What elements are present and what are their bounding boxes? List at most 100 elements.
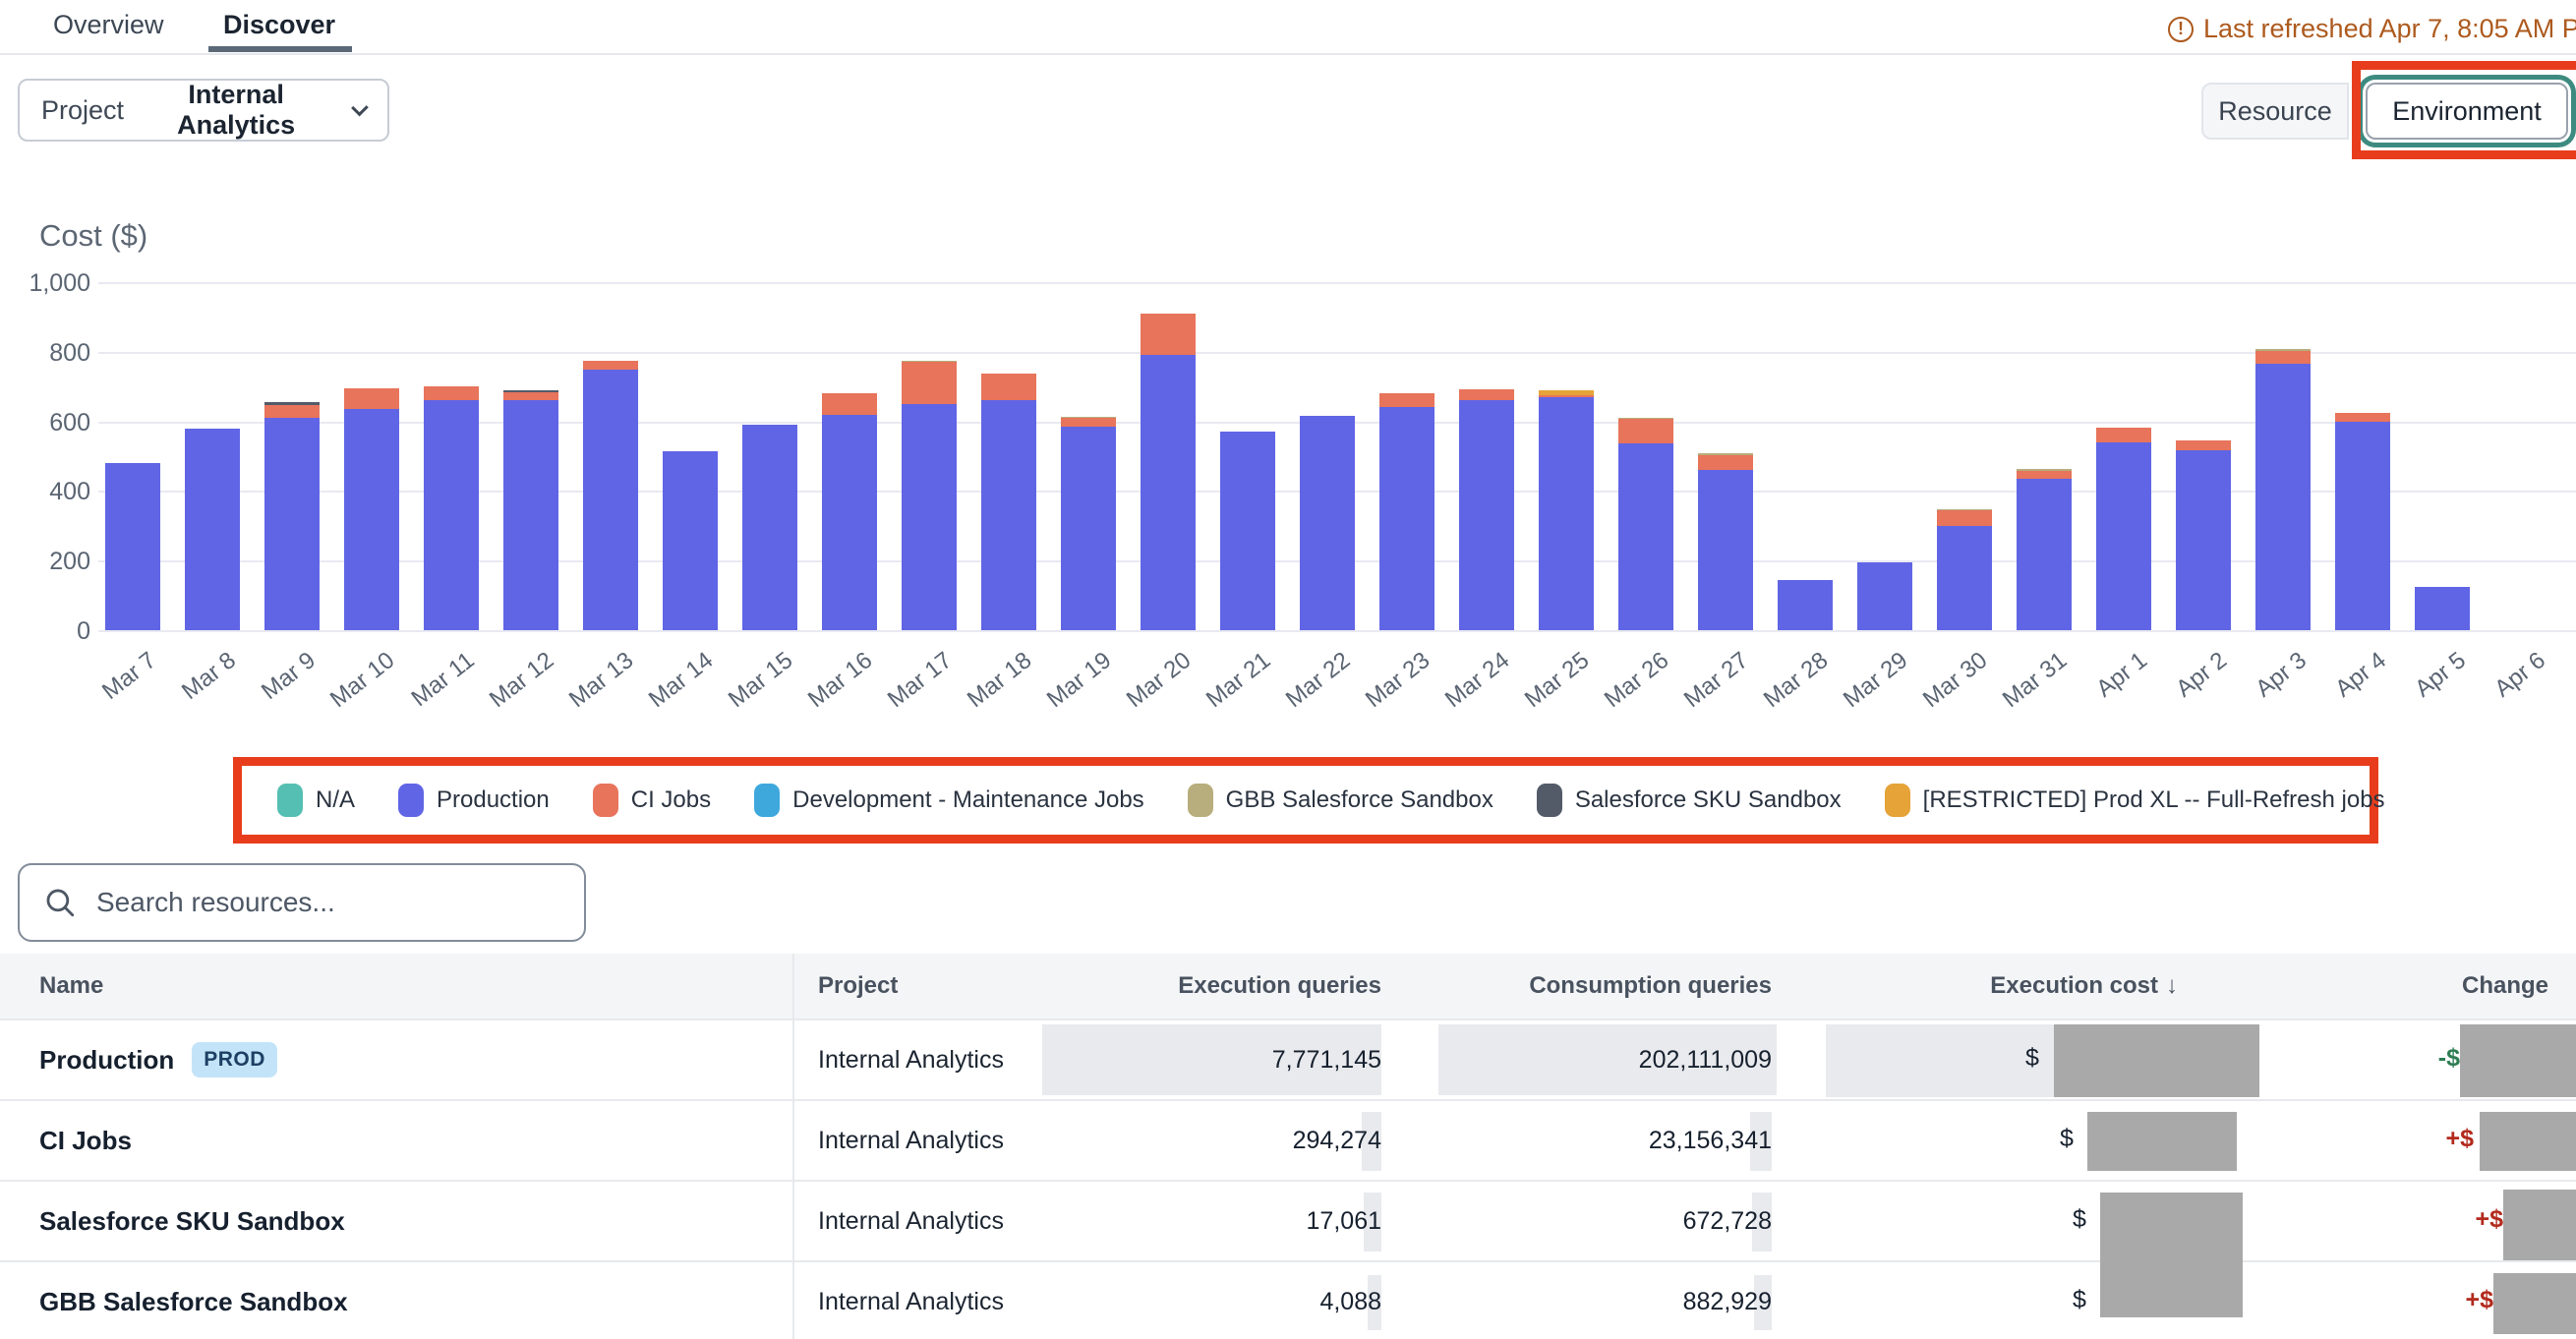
bar-mar-25[interactable]	[1539, 390, 1594, 630]
bar-segment-production	[981, 400, 1036, 630]
cost-currency-prefix: $	[2060, 1125, 2074, 1153]
redacted-cost-value	[2054, 1024, 2259, 1097]
environment-toggle-wrap: Environment	[2366, 83, 2568, 140]
table-row-production[interactable]: Production PROD Internal Analytics 7,771…	[0, 1020, 2576, 1101]
bar-mar-14[interactable]	[663, 451, 718, 630]
redacted-change-value	[2460, 1024, 2576, 1097]
legend-item-ci-jobs[interactable]: CI Jobs	[593, 784, 711, 817]
bar-segment-production	[185, 429, 240, 630]
bar-apr-5[interactable]	[2415, 587, 2470, 630]
column-header-execution-cost[interactable]: Execution cost ↓	[1780, 954, 2261, 1019]
bar-mar-30[interactable]	[1937, 509, 1992, 630]
bar-mar-24[interactable]	[1459, 389, 1514, 630]
x-tick-label: Apr 3	[2251, 647, 2312, 703]
project-filter-dropdown[interactable]: Project Internal Analytics	[18, 79, 389, 142]
bar-mar-10[interactable]	[344, 388, 399, 630]
bar-mar-26[interactable]	[1618, 418, 1673, 630]
bar-mar-20[interactable]	[1141, 314, 1196, 630]
legend-item--restricted-prod-xl-full-refresh-jobs[interactable]: [RESTRICTED] Prod XL -- Full-Refresh job…	[1885, 784, 2385, 817]
x-tick-label: Mar 31	[1998, 647, 2073, 714]
bar-mar-13[interactable]	[583, 361, 638, 630]
legend-item-development-maintenance-jobs[interactable]: Development - Maintenance Jobs	[754, 784, 1144, 817]
cost-currency-prefix: $	[2073, 1205, 2086, 1234]
resource-toggle-button[interactable]: Resource	[2201, 83, 2349, 140]
legend-item-n-a[interactable]: N/A	[277, 784, 355, 817]
bar-apr-2[interactable]	[2176, 440, 2231, 630]
prod-badge: PROD	[192, 1042, 277, 1077]
column-header-project[interactable]: Project	[792, 954, 1042, 1019]
bar-mar-28[interactable]	[1778, 580, 1833, 630]
bar-apr-4[interactable]	[2335, 413, 2390, 630]
bar-segment-production	[2017, 479, 2072, 630]
resource-name[interactable]: Production	[39, 1045, 174, 1076]
bar-apr-1[interactable]	[2096, 428, 2151, 630]
bar-mar-12[interactable]	[503, 390, 558, 630]
bar-segment-ci-jobs	[2176, 440, 2231, 450]
bar-mar-21[interactable]	[1220, 432, 1275, 630]
chevron-down-icon	[351, 98, 369, 116]
x-tick-label: Mar 7	[97, 647, 162, 706]
tab-discover[interactable]: Discover	[223, 10, 335, 40]
bar-mar-7[interactable]	[105, 463, 160, 630]
legend-item-salesforce-sku-sandbox[interactable]: Salesforce SKU Sandbox	[1537, 784, 1842, 817]
execution-queries-value: 294,274	[1293, 1127, 1381, 1155]
bar-mar-8[interactable]	[185, 429, 240, 630]
bar-mar-31[interactable]	[2017, 469, 2072, 630]
bar-mar-11[interactable]	[424, 386, 479, 630]
change-prefix: +$	[2465, 1286, 2493, 1314]
x-tick-label: Mar 22	[1281, 647, 1356, 714]
chart-plot-area	[98, 283, 2576, 631]
change-prefix: -$	[2438, 1044, 2460, 1073]
bar-segment-ci-jobs	[1937, 510, 1992, 526]
column-header-execution-queries[interactable]: Execution queries	[1042, 954, 1391, 1019]
x-tick-label: Mar 19	[1042, 647, 1117, 714]
tab-overview[interactable]: Overview	[53, 10, 164, 40]
legend-label: Salesforce SKU Sandbox	[1575, 786, 1842, 814]
bar-mar-23[interactable]	[1379, 393, 1434, 630]
bar-segment-production	[1220, 432, 1275, 630]
project-cell: Internal Analytics	[818, 1288, 1004, 1316]
table-row-ci-jobs[interactable]: CI Jobs Internal Analytics 294,274 23,15…	[0, 1101, 2576, 1182]
column-header-consumption-queries[interactable]: Consumption queries	[1391, 954, 1780, 1019]
bar-mar-22[interactable]	[1300, 416, 1355, 630]
cost-currency-prefix: $	[2025, 1044, 2039, 1073]
resource-name[interactable]: CI Jobs	[39, 1126, 132, 1156]
column-header-change[interactable]: Change	[2261, 954, 2576, 1019]
bar-mar-29[interactable]	[1857, 562, 1912, 630]
resource-name[interactable]: GBB Salesforce Sandbox	[39, 1287, 348, 1317]
bar-mar-18[interactable]	[981, 374, 1036, 630]
resources-table: Name Project Execution queries Consumpti…	[0, 954, 2576, 1339]
environment-toggle-button[interactable]: Environment	[2366, 83, 2568, 140]
legend-item-gbb-salesforce-sandbox[interactable]: GBB Salesforce Sandbox	[1188, 784, 1493, 817]
x-tick-label: Mar 14	[644, 647, 719, 714]
bar-mar-9[interactable]	[264, 402, 320, 630]
column-header-name[interactable]: Name	[0, 954, 792, 1019]
redacted-change-value	[2503, 1190, 2576, 1260]
legend-item-production[interactable]: Production	[398, 784, 550, 817]
x-tick-label: Mar 23	[1361, 647, 1435, 714]
bar-mar-15[interactable]	[742, 425, 797, 630]
bar-apr-3[interactable]	[2255, 349, 2311, 630]
resource-name[interactable]: Salesforce SKU Sandbox	[39, 1206, 345, 1237]
bar-mar-19[interactable]	[1061, 417, 1116, 630]
y-tick-label: 1,000	[0, 268, 90, 298]
annotation-box-legend: N/A Production CI Jobs Development - Mainte…	[233, 757, 2378, 844]
bar-segment-ci-jobs	[1618, 419, 1673, 442]
change-prefix: +$	[2475, 1205, 2503, 1234]
project-cell: Internal Analytics	[818, 1207, 1004, 1236]
change-prefix: +$	[2445, 1125, 2474, 1153]
table-row-salesforce-sku-sandbox[interactable]: Salesforce SKU Sandbox Internal Analytic…	[0, 1182, 2576, 1262]
consumption-queries-value: 23,156,341	[1649, 1127, 1772, 1155]
sort-desc-icon[interactable]: ↓	[2166, 972, 2178, 1000]
bar-segment-production	[1698, 470, 1753, 631]
search-input[interactable]: Search resources...	[18, 863, 586, 942]
x-tick-label: Mar 12	[485, 647, 559, 714]
bar-mar-17[interactable]	[902, 361, 957, 630]
cost-dashboard: Overview Discover ! Last refreshed Apr 7…	[0, 0, 2576, 1339]
redacted-change-value	[2480, 1112, 2576, 1171]
data-bar	[1826, 1024, 2054, 1097]
bar-mar-16[interactable]	[822, 393, 877, 630]
bar-mar-27[interactable]	[1698, 453, 1753, 630]
legend-swatch	[1188, 784, 1213, 817]
bar-segment-ci-jobs	[583, 361, 638, 370]
